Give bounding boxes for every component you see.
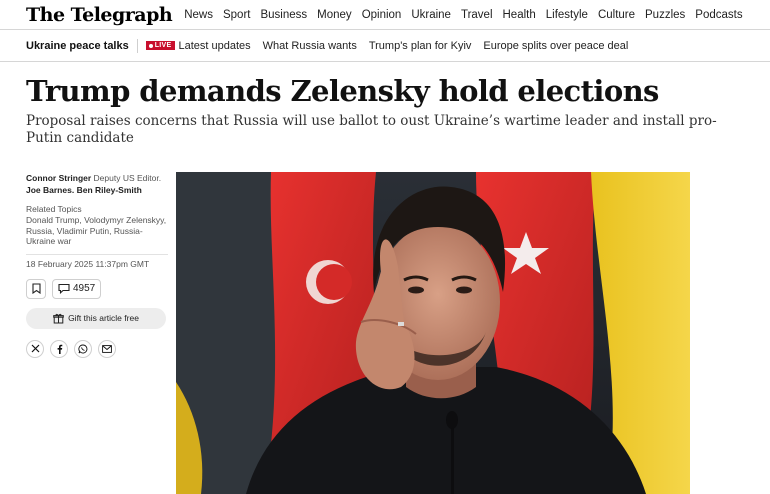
live-updates-link[interactable]: LIVE Latest updates [145,39,251,52]
article-sidebar: Connor Stringer Deputy US Editor. Joe Ba… [26,172,168,358]
author-role: Deputy US Editor. [93,173,162,183]
whatsapp-icon [78,344,88,353]
comments-button[interactable]: 4957 [52,278,102,299]
subnav-link-trumps-plan[interactable]: Trump's plan for Kyiv [369,40,472,52]
nav-link-puzzles[interactable]: Puzzles [645,9,685,21]
nav-link-news[interactable]: News [184,9,213,21]
nav-link-money[interactable]: Money [317,9,352,21]
share-facebook-button[interactable] [50,339,68,358]
bookmark-icon [31,283,41,294]
nav-link-opinion[interactable]: Opinion [362,9,402,21]
subnav-section-title[interactable]: Ukraine peace talks [26,40,129,52]
comment-icon [58,283,70,294]
site-logo[interactable]: The Telegraph [26,4,173,26]
gift-article-button[interactable]: Gift this article free [26,307,166,329]
related-topics-title: Related Topics [26,204,82,214]
author-connor-stringer[interactable]: Connor Stringer [26,173,91,183]
gift-icon [53,313,64,323]
nav-link-sport[interactable]: Sport [223,9,251,21]
nav-link-travel[interactable]: Travel [461,9,493,21]
lead-image [176,172,690,494]
live-dot-icon [148,43,153,48]
lead-image-illustration [176,172,690,494]
live-badge-text: LIVE [154,42,172,49]
nav-link-lifestyle[interactable]: Lifestyle [546,9,588,21]
share-email-button[interactable] [98,339,116,358]
section-links: News Sport Business Money Opinion Ukrain… [184,9,752,21]
live-badge: LIVE [145,41,175,50]
subnav-divider [136,38,138,53]
nav-link-culture[interactable]: Culture [598,9,635,21]
author-ben-riley-smith[interactable]: Ben Riley-Smith [77,185,142,195]
article-standfirst: Proposal raises concerns that Russia wil… [26,113,717,146]
facebook-icon [57,344,62,354]
comments-count: 4957 [73,283,96,294]
email-icon [102,344,112,353]
share-whatsapp-button[interactable] [74,339,92,358]
nav-link-health[interactable]: Health [503,9,536,21]
publish-date: 18 February 2025 11:37pm GMT [26,253,168,269]
subnav-link-what-russia-wants[interactable]: What Russia wants [263,40,357,52]
share-x-button[interactable] [26,339,44,358]
author-joe-barnes[interactable]: Joe Barnes. [26,185,74,195]
nav-link-podcasts[interactable]: Podcasts [695,9,742,21]
share-buttons [26,339,168,358]
byline: Connor Stringer Deputy US Editor. Joe Ba… [26,172,168,196]
nav-link-ukraine[interactable]: Ukraine [411,9,451,21]
bookmark-button[interactable] [26,278,46,299]
live-updates-label: Latest updates [178,39,251,52]
subnav-link-europe-splits[interactable]: Europe splits over peace deal [483,40,628,52]
article-headline: Trump demands Zelensky hold elections [26,74,659,108]
nav-link-business[interactable]: Business [260,9,307,21]
top-navigation: The Telegraph News Sport Business Money … [0,0,770,30]
gift-article-label: Gift this article free [68,313,139,323]
story-subnav: Ukraine peace talks LIVE Latest updates … [0,30,770,62]
x-logo-icon [31,344,39,353]
related-topics-list[interactable]: Donald Trump, Volodymyr Zelenskyy, Russi… [26,215,168,247]
article-actions: 4957 [26,278,168,299]
